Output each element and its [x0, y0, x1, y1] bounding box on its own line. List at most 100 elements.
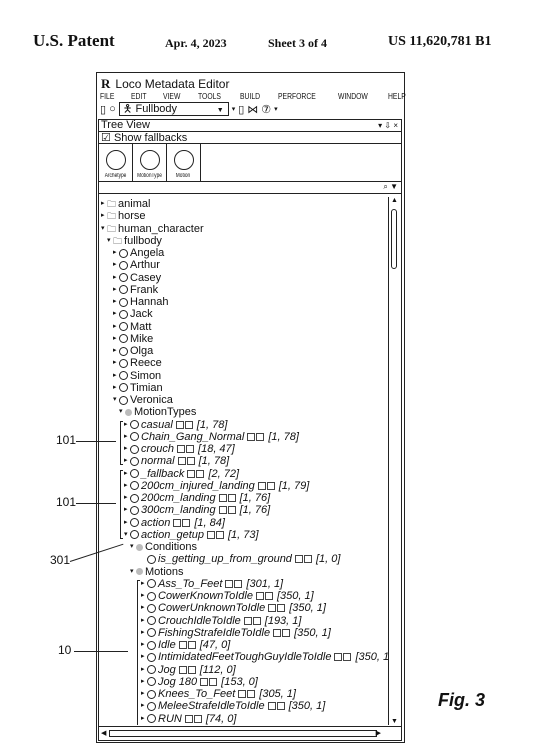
- scroll-up-icon[interactable]: ▲: [388, 197, 401, 204]
- tab-archetype[interactable]: Archetype: [99, 144, 133, 181]
- tree-item[interactable]: ▸ Chain_Gang_Normal [1, 78]: [124, 431, 299, 443]
- tree-item[interactable]: ▸ _fallback [2, 72]: [124, 468, 239, 480]
- menu-window[interactable]: WINDOW: [338, 91, 368, 101]
- scroll-left-icon[interactable]: ◀: [101, 729, 106, 737]
- tree-item-label: Idle: [158, 639, 176, 651]
- show-fallbacks-checkbox[interactable]: ☑ Show fallbacks: [99, 132, 401, 144]
- reference-numeral: 101: [56, 495, 77, 509]
- tree-item[interactable]: ▸ Matt: [113, 321, 151, 333]
- menu-perforce[interactable]: PERFORCE: [278, 91, 316, 101]
- tree-item[interactable]: ▾ action_getup [1, 73]: [124, 529, 259, 541]
- tree-item[interactable]: ▸ Frank: [113, 284, 158, 296]
- tree-item[interactable]: ▸ crouch [18, 47]: [124, 443, 235, 455]
- tree-item[interactable]: ▸ Jack: [113, 308, 153, 320]
- search-icon[interactable]: ⌕ ▼: [383, 182, 398, 192]
- tree-item[interactable]: ▸ action [1, 84]: [124, 517, 225, 529]
- tree-item[interactable]: ▸ MeleeStrafeIdleToIdle [350, 1]: [141, 700, 325, 712]
- tree-item[interactable]: ▸ CrouchIdleToIdle [193, 1]: [141, 615, 301, 627]
- circle-icon: [130, 518, 139, 527]
- tree-item[interactable]: ▾ 🗀 fullbody: [107, 235, 162, 247]
- tree-item-label: crouch: [141, 443, 175, 455]
- tree-item[interactable]: ▸ RUN [74, 0]: [141, 713, 236, 725]
- dropdown-icon[interactable]: ▾: [274, 105, 278, 113]
- tree-item[interactable]: ▾ Conditions: [130, 541, 197, 553]
- tree-item-label: Frank: [130, 283, 159, 296]
- grip-icon: ▯: [100, 103, 107, 116]
- circle-icon: [130, 420, 139, 429]
- tree-item[interactable]: ▾ MotionTypes: [119, 406, 196, 418]
- tree-item[interactable]: ▾ 🗀 human_character: [101, 223, 204, 235]
- tab-motion[interactable]: Motion: [167, 144, 201, 181]
- tree-item[interactable]: ▸ casual [1, 78]: [124, 419, 227, 431]
- tree-item[interactable]: ▸ Jog [112, 0]: [141, 664, 236, 676]
- tree-item[interactable]: ▸ Casey: [113, 272, 161, 284]
- tree-item[interactable]: ▾ Veronica: [113, 394, 173, 406]
- tree-item[interactable]: ▸ normal [1, 78]: [124, 455, 229, 467]
- box-icon: [218, 494, 227, 502]
- tree-item[interactable]: ▸ Jog 180 [153, 0]: [141, 676, 258, 688]
- tree-item[interactable]: ▸ Arthur: [113, 259, 160, 271]
- reference-numeral: 10: [58, 643, 72, 657]
- help-icon[interactable]: ⑦: [261, 103, 271, 116]
- menu-tools[interactable]: TOOLS: [198, 91, 221, 101]
- scroll-right-icon[interactable]: ▶: [376, 729, 381, 737]
- tree-item[interactable]: ▸ CowerKnownToIdle [350, 1]: [141, 590, 314, 602]
- tree-item[interactable]: ▸ 200cm_injured_landing [1, 79]: [124, 480, 309, 492]
- tree-item[interactable]: ▸ Knees_To_Feet [305, 1]: [141, 688, 296, 700]
- box-icon: [227, 506, 236, 515]
- tree-item[interactable]: ▸ IntimidatedFeetToughGuyIdleToIdle [350, …: [141, 651, 388, 663]
- tree-item-count: [112, 0]: [199, 663, 236, 676]
- circle-icon: [130, 444, 139, 454]
- tree-item-label: Matt: [130, 320, 152, 333]
- tree-item[interactable]: ▸ 🗀 animal: [101, 198, 150, 210]
- refresh-icon[interactable]: ○: [109, 103, 116, 115]
- scroll-down-icon[interactable]: ▼: [388, 718, 401, 725]
- menu-edit[interactable]: EDIT: [131, 91, 147, 101]
- figure-label: Fig. 3: [438, 690, 486, 710]
- menu-build[interactable]: BUILD: [240, 91, 260, 101]
- diff-icon[interactable]: ⋈: [247, 103, 258, 116]
- circle-icon: [130, 469, 139, 478]
- tree-item-label: Angela: [130, 247, 165, 259]
- archetype-combo[interactable]: 🯅 Fullbody ▼: [118, 102, 229, 116]
- tree-item-count: [1, 78]: [268, 430, 299, 443]
- search-input[interactable]: ⌕ ▼: [99, 182, 401, 194]
- tree-item[interactable]: ▸ Idle [47, 0]: [141, 639, 230, 651]
- tree-item[interactable]: is_getting_up_from_ground [1, 0]: [141, 553, 340, 565]
- box-icon: [247, 690, 256, 698]
- tree-item-count: [153, 0]: [221, 675, 258, 688]
- tree-item[interactable]: ▸ Olga: [113, 345, 153, 357]
- tree-item[interactable]: ▸ 🗀 horse: [101, 210, 146, 222]
- tree-item[interactable]: ▸ Angela: [113, 247, 164, 259]
- bracket: [120, 469, 123, 539]
- menu-file[interactable]: FILE: [100, 91, 114, 101]
- scroll-thumb[interactable]: [109, 730, 377, 737]
- menu-view[interactable]: VIEW: [163, 91, 180, 101]
- tree-item-label: is_getting_up_from_ground: [158, 553, 292, 566]
- tree-item-label: Timian: [130, 381, 163, 394]
- tree-item-label: Hannah: [130, 296, 169, 308]
- circle-icon: [119, 358, 128, 368]
- tree-item[interactable]: ▸ CowerUnknownToIdle [350, 1]: [141, 602, 326, 614]
- tree-item-label: Reece: [130, 357, 162, 370]
- tree-item[interactable]: ▸ 200cm_landing [1, 76]: [124, 492, 270, 504]
- tree-item[interactable]: ▾ Motions: [130, 566, 184, 578]
- panel-title-bar: Tree View ▾ ⇩ ×: [99, 120, 401, 132]
- tree-item[interactable]: ▸ Hannah: [113, 296, 169, 308]
- tree-item[interactable]: ▸ 300cm_landing [1, 76]: [124, 504, 270, 516]
- tab-motiontype[interactable]: MotionType: [133, 144, 167, 181]
- tree-item[interactable]: ▸ Timian: [113, 382, 163, 394]
- tree-item[interactable]: ▸ Simon: [113, 370, 161, 382]
- panel-controls[interactable]: ▾ ⇩ ×: [378, 120, 398, 131]
- tree-item[interactable]: ▸ FishingStrafeIdleToIdle [350, 1]: [141, 627, 331, 639]
- tree-item-count: [1, 78]: [196, 418, 228, 431]
- menu-help[interactable]: HELP: [388, 91, 406, 101]
- horizontal-scrollbar[interactable]: ◀ ▶: [99, 726, 401, 740]
- tree-item[interactable]: ▸ Reece: [113, 357, 162, 369]
- scroll-thumb[interactable]: [391, 209, 397, 269]
- tree-item[interactable]: ▸ Ass_To_Feet [301, 1]: [141, 578, 283, 590]
- tree-item-label: Ass_To_Feet: [158, 577, 223, 590]
- tree-item[interactable]: ▸ Mike: [113, 333, 153, 345]
- vertical-scrollbar[interactable]: ▲ ▼: [388, 197, 401, 725]
- dropdown-icon[interactable]: ▾: [232, 105, 236, 113]
